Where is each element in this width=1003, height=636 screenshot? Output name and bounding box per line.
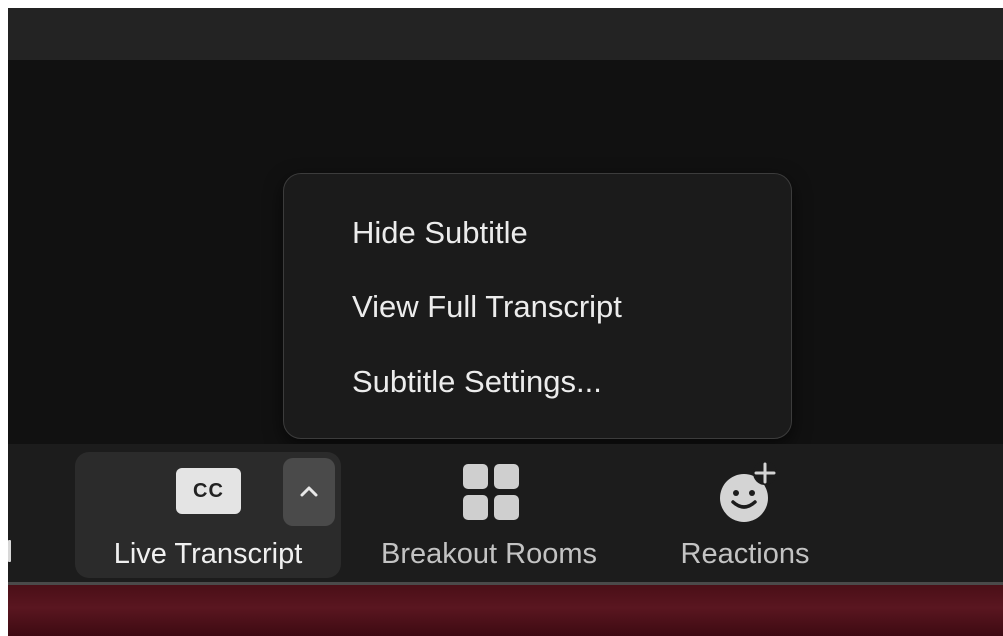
menu-item-hide-subtitle[interactable]: Hide Subtitle [352, 211, 528, 255]
live-transcript-menu: Hide Subtitle View Full Transcript Subti… [283, 173, 792, 439]
live-transcript-options-button[interactable] [283, 458, 335, 526]
grid-icon [463, 464, 519, 520]
reactions-label: Reactions [680, 538, 810, 570]
top-bar [8, 8, 1003, 60]
background-strip [8, 585, 1003, 636]
breakout-rooms-label: Breakout Rooms [381, 538, 597, 570]
reactions-button[interactable]: Reactions [655, 452, 835, 578]
menu-item-subtitle-settings[interactable]: Subtitle Settings... [352, 360, 602, 404]
meeting-window: Hide Subtitle View Full Transcript Subti… [0, 0, 1003, 636]
toolbar-edge-indicator [8, 540, 11, 562]
closed-captions-icon: CC [176, 468, 241, 514]
live-transcript-button[interactable]: CC Live Transcript [75, 452, 341, 578]
menu-item-view-full-transcript[interactable]: View Full Transcript [352, 285, 622, 329]
breakout-rooms-button[interactable]: Breakout Rooms [355, 452, 623, 578]
live-transcript-label: Live Transcript [113, 538, 303, 570]
smiley-plus-icon [720, 461, 777, 522]
chevron-up-icon [300, 486, 318, 497]
